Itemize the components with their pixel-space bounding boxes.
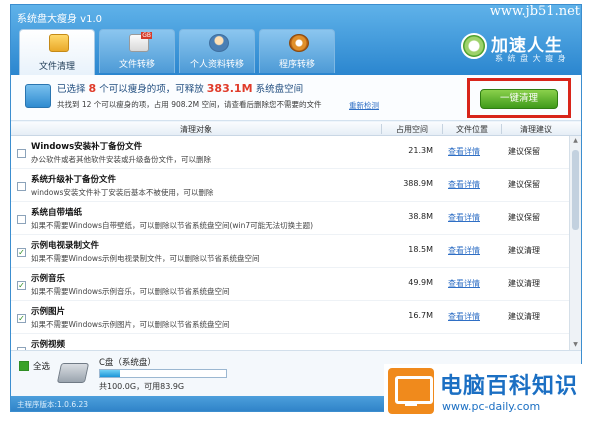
- row-size: 16.7M: [408, 311, 433, 320]
- view-details-link[interactable]: 查看详情: [448, 179, 480, 190]
- app-title: 系统盘大瘦身 v1.0: [17, 14, 102, 25]
- table-row[interactable]: 系统自带墙纸如果不需要Windows自带壁纸，可以删除以节省系统盘空间(win7…: [11, 202, 569, 235]
- row-size: 38.8M: [408, 212, 433, 221]
- disk-usage-bar: [99, 369, 227, 378]
- tab-label: 程序转移: [278, 60, 315, 70]
- row-title: 示例视频: [31, 340, 66, 350]
- highlight-box: 一键清理: [467, 78, 571, 118]
- row-checkbox[interactable]: [17, 149, 26, 158]
- row-title: 系统自带墙纸: [31, 208, 83, 218]
- row-size: 49.9M: [408, 278, 433, 287]
- row-size: 21.3M: [408, 146, 433, 155]
- row-advice: 建议保留: [508, 147, 540, 156]
- tab-0[interactable]: 文件清理: [19, 29, 95, 75]
- site-logo-name: 电脑百科知识: [440, 374, 579, 399]
- watermark: www.jb51.net: [489, 4, 580, 19]
- row-size: 18.5M: [408, 245, 433, 254]
- row-checkbox[interactable]: ✓: [17, 248, 26, 257]
- col-header-size[interactable]: 占用空间: [382, 124, 442, 135]
- summary-mid: 个可以瘦身的项，可释放: [99, 84, 204, 95]
- select-all-checkbox[interactable]: [19, 361, 29, 371]
- gear-logo-icon: [461, 33, 487, 59]
- summary-prefix: 已选择: [57, 84, 86, 95]
- summary-detail: 共找到 12 个可以瘦身的项，占用 908.2M 空间，请查看后删除您不需要的文…: [57, 100, 322, 109]
- tab-label: 文件清理: [38, 62, 75, 72]
- view-details-link[interactable]: 查看详情: [448, 278, 480, 289]
- tab-1[interactable]: 文件转移: [99, 29, 175, 73]
- row-checkbox[interactable]: [17, 182, 26, 191]
- select-all-label[interactable]: 全选: [33, 360, 50, 372]
- row-title: 系统升级补丁备份文件: [31, 175, 117, 185]
- hard-drive-icon: [56, 363, 90, 383]
- file-gb-icon: [129, 32, 153, 52]
- row-description: 如果不需要Windows示例图片，可以删除以节省系统盘空间: [31, 320, 230, 329]
- scroll-up-icon[interactable]: ▲: [572, 138, 579, 144]
- table-row[interactable]: 系统升级补丁备份文件 windows安装文件补丁安装后基本不被使用，可以删除 388…: [11, 169, 569, 202]
- col-header-object[interactable]: 清理对象: [11, 124, 381, 135]
- brand: 加速人生 系 统 盘 大 瘦 身: [461, 31, 571, 65]
- row-checkbox[interactable]: ✓: [17, 314, 26, 323]
- tab-3[interactable]: 程序转移: [259, 29, 335, 73]
- table-row[interactable]: ✓ 示例图片如果不需要Windows示例图片，可以删除以节省系统盘空间 16.7M 查…: [11, 301, 569, 334]
- view-details-link[interactable]: 查看详情: [448, 245, 480, 256]
- row-checkbox[interactable]: ✓: [17, 281, 26, 290]
- disk-name: C盘（系统盘）: [99, 358, 156, 368]
- row-advice: 建议保留: [508, 180, 540, 189]
- version-label: 主程序版本:1.0.6.23: [17, 400, 89, 409]
- brand-subtitle: 系 统 盘 大 瘦 身: [495, 54, 567, 63]
- row-size: 388.9M: [403, 179, 433, 188]
- site-logo-url: www.pc-daily.com: [442, 400, 541, 413]
- table-row[interactable]: 示例视频: [11, 334, 569, 350]
- view-details-link[interactable]: 查看详情: [448, 146, 480, 157]
- table-header: 清理对象 占用空间 文件位置 清理建议: [11, 122, 581, 136]
- row-advice: 建议清理: [508, 279, 540, 288]
- folder-icon: [49, 34, 69, 52]
- user-icon: [209, 34, 229, 52]
- row-description: 如果不需要Windows自带壁纸，可以删除以节省系统盘空间(win7可能无法切换…: [31, 221, 314, 230]
- row-advice: 建议清理: [508, 312, 540, 321]
- tab-label: 文件转移: [118, 60, 155, 70]
- app-window: 系统盘大瘦身 v1.0 文件清理 文件转移 个人资料转移 程序转移 加速人生 系 统 …: [10, 4, 582, 412]
- col-header-location[interactable]: 文件位置: [443, 124, 501, 135]
- disk-usage-fill: [100, 370, 121, 377]
- row-description: 如果不需要Windows示例音乐，可以删除以节省系统盘空间: [31, 287, 230, 296]
- summary-bar: 已选择 8 个可以瘦身的项，可释放 383.1M 系统盘空间 共找到 12 个可…: [11, 75, 581, 121]
- folder-icon: [25, 84, 51, 108]
- releasable-size: 383.1M: [206, 82, 253, 95]
- row-title: 示例图片: [31, 307, 66, 317]
- table-row[interactable]: Windows安装补丁备份文件办公软件或者其他软件安装或升级备份文件，可以删除 2…: [11, 136, 569, 169]
- row-advice: 建议保留: [508, 213, 540, 222]
- tab-bar: 文件清理 文件转移 个人资料转移 程序转移: [19, 29, 335, 75]
- view-details-link[interactable]: 查看详情: [448, 212, 480, 223]
- view-details-link[interactable]: 查看详情: [448, 311, 480, 322]
- program-disc-icon: [289, 34, 309, 52]
- vertical-scrollbar[interactable]: ▲ ▼: [569, 136, 581, 350]
- row-title: Windows安装补丁备份文件: [31, 142, 143, 152]
- tab-label: 个人资料转移: [189, 60, 244, 70]
- row-advice: 建议清理: [508, 246, 540, 255]
- scroll-thumb[interactable]: [572, 150, 579, 230]
- row-title: 示例音乐: [31, 274, 66, 284]
- col-header-advice[interactable]: 清理建议: [502, 124, 570, 135]
- cleanup-table: Windows安装补丁备份文件办公软件或者其他软件安装或升级备份文件，可以删除 2…: [11, 136, 569, 350]
- row-checkbox[interactable]: [17, 215, 26, 224]
- one-click-clean-button[interactable]: 一键清理: [480, 89, 558, 109]
- screenshot-root: 系统盘大瘦身 v1.0 文件清理 文件转移 个人资料转移 程序转移 加速人生 系 统 …: [0, 0, 590, 423]
- monitor-logo-icon: [388, 368, 434, 414]
- selected-count: 8: [88, 82, 97, 95]
- row-description: 如果不需要Windows示例电视录制文件，可以删除以节省系统盘空间: [31, 254, 260, 263]
- table-row[interactable]: ✓ 示例音乐如果不需要Windows示例音乐，可以删除以节省系统盘空间 49.9M 查…: [11, 268, 569, 301]
- row-description: 办公软件或者其他软件安装或升级备份文件，可以删除: [31, 155, 211, 164]
- disk-info: 共100.0G，可用83.9G: [99, 382, 185, 391]
- rescan-link[interactable]: 重新检测: [349, 100, 379, 111]
- tab-2[interactable]: 个人资料转移: [179, 29, 255, 73]
- site-logo: 电脑百科知识 www.pc-daily.com: [384, 364, 590, 422]
- summary-suffix: 系统盘空间: [255, 84, 304, 95]
- table-row[interactable]: ✓ 示例电视录制文件如果不需要Windows示例电视录制文件，可以删除以节省系统盘…: [11, 235, 569, 268]
- row-description: windows安装文件补丁安装后基本不被使用，可以删除: [31, 188, 214, 197]
- summary-headline: 已选择 8 个可以瘦身的项，可释放 383.1M 系统盘空间: [57, 81, 303, 95]
- scroll-down-icon[interactable]: ▼: [572, 342, 579, 348]
- row-title: 示例电视录制文件: [31, 241, 100, 251]
